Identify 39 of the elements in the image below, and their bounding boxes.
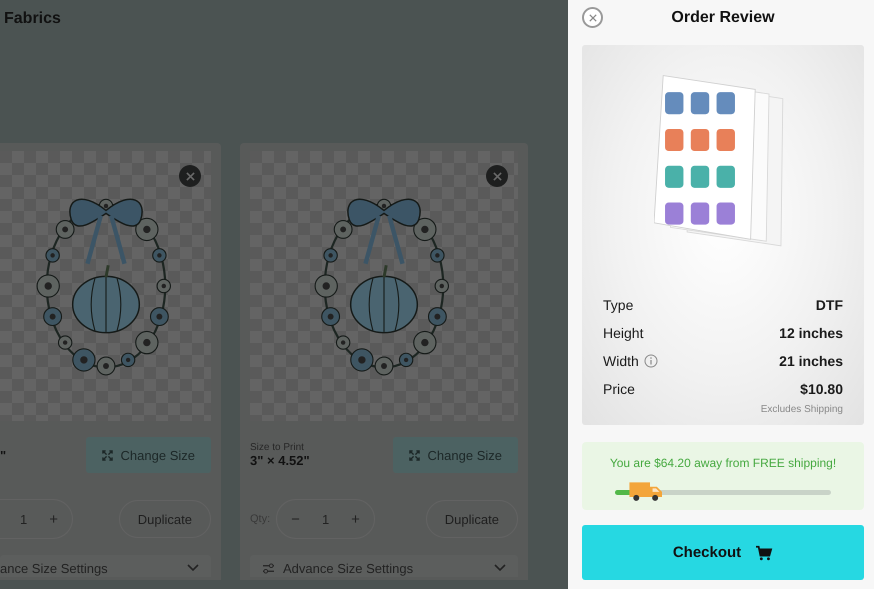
quantity-value: 1: [20, 512, 28, 526]
increase-button[interactable]: +: [351, 510, 360, 528]
spec-value: DTF: [816, 297, 843, 313]
free-shipping-message: You are $64.20 away from FREE shipping!: [610, 456, 836, 470]
remove-button[interactable]: [486, 165, 508, 187]
spec-value: $10.80: [800, 381, 843, 397]
size-value: 3" × 4.52": [250, 453, 310, 468]
duplicate-button[interactable]: Duplicate: [118, 500, 211, 538]
duplicate-button[interactable]: Duplicate: [426, 500, 518, 538]
chevron-down-icon: [494, 564, 506, 572]
spec-value: 21 inches: [779, 353, 843, 369]
expand-icon: [408, 450, 420, 460]
quantity-value: 1: [322, 512, 330, 526]
price-note: Excludes Shipping: [760, 404, 843, 415]
size-value: ": [0, 448, 6, 462]
sliders-icon: [262, 562, 275, 574]
change-size-button[interactable]: Change Size: [86, 437, 211, 473]
close-icon: [588, 14, 596, 22]
spec-label: Width: [603, 353, 639, 369]
spec-value: 12 inches: [779, 325, 843, 341]
decrease-button[interactable]: −: [291, 510, 300, 528]
remove-button[interactable]: [179, 165, 201, 187]
close-icon: [186, 172, 194, 180]
spec-label: Type: [603, 297, 634, 313]
info-icon[interactable]: [644, 354, 658, 368]
checkout-button[interactable]: Checkout: [582, 525, 864, 580]
close-button[interactable]: [582, 7, 603, 28]
spec-label: Height: [603, 325, 644, 341]
expand-icon: [102, 450, 113, 460]
increase-button[interactable]: +: [49, 510, 58, 528]
cart-icon: [755, 544, 774, 560]
panel-title: Order Review: [671, 9, 775, 27]
chevron-down-icon: [187, 564, 199, 572]
change-size-button[interactable]: Change Size: [392, 437, 518, 473]
page-title: Fabrics: [3, 9, 62, 28]
advance-size-settings-toggle[interactable]: ance Size Settings: [0, 555, 211, 577]
close-icon: [492, 172, 502, 180]
spec-label: Price: [603, 381, 635, 397]
advance-size-settings-toggle[interactable]: Advance Size Settings: [250, 555, 518, 577]
